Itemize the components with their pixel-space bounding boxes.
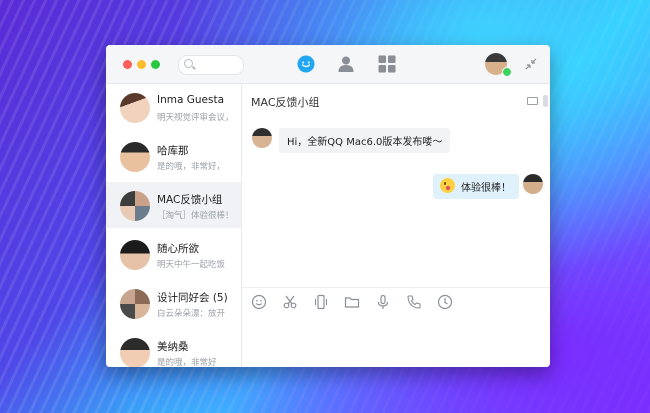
conversation-preview: 白云朵朵漂：放开 [157,309,226,319]
conversation-name: 设计同好会 (5) [157,292,228,304]
search-icon [184,59,193,68]
contact-icon[interactable] [336,54,356,74]
emoji-icon[interactable] [251,294,267,310]
conversation-item[interactable]: 随心所欲 明天中午一起吃饭 [106,231,241,277]
microphone-icon[interactable] [375,294,391,310]
avatar [120,338,150,367]
close-window-button[interactable] [123,60,132,69]
naughty-emoji-icon [440,178,455,193]
chat-bubble-icon[interactable] [296,54,316,74]
outgoing-message-bubble: 体验很棒！ [433,174,519,199]
title-bar [106,45,550,84]
avatar [120,240,150,270]
history-icon[interactable] [437,294,453,310]
scissors-icon[interactable] [282,294,298,310]
call-icon[interactable] [406,294,422,310]
group-avatar [120,289,150,319]
phone-shake-icon[interactable] [313,294,329,310]
conversation-preview: ［淘气］体验很棒！ [157,211,234,221]
self-avatar[interactable] [523,174,543,194]
incoming-message-bubble: Hi，全新QQ Mac6.0版本发布喽～ [279,128,451,153]
conversation-item-active[interactable]: MAC反馈小组 ［淘气］体验很棒！ [106,182,241,228]
minimize-window-button[interactable] [137,60,146,69]
conversation-item[interactable]: 哈库那 是的哦，非常好， [106,133,241,179]
avatar [120,142,150,172]
conversation-preview: 是的哦，非常好， [157,162,226,172]
chat-panel: MAC反馈小组 Hi，全新QQ Mac6.0版本发布喽～ 体验很棒！ [242,84,550,367]
conversation-item[interactable]: Inma Guesta 明天视觉评审会议， [106,84,241,130]
conversation-name: MAC反馈小组 [157,194,223,206]
outgoing-message-text: 体验很棒！ [461,183,511,194]
zoom-window-button[interactable] [151,60,160,69]
folder-icon[interactable] [344,294,360,310]
conversation-item[interactable]: 美纳桑 是的哦，非常好 [106,329,241,367]
incoming-message-text: Hi，全新QQ Mac6.0版本发布喽～ [287,137,443,148]
grid-icon[interactable] [377,54,397,74]
qq-window: Inma Guesta 明天视觉评审会议， 哈库那 是的哦，非常好， MAC反馈… [106,45,550,367]
conversation-name: 美纳桑 [157,341,189,353]
scrollbar[interactable] [543,95,548,107]
conversation-list: Inma Guesta 明天视觉评审会议， 哈库那 是的哦，非常好， MAC反馈… [106,84,242,367]
chat-title: MAC反馈小组 [251,96,320,109]
conversation-preview: 明天中午一起吃饭 [157,260,226,270]
sender-avatar[interactable] [252,128,272,148]
online-status-indicator [502,67,512,77]
search-input[interactable] [178,55,244,75]
conversation-name: 随心所欲 [157,243,199,255]
group-avatar [120,191,150,221]
conversation-preview: 明天视觉评审会议， [157,113,234,123]
collapse-window-icon[interactable] [524,57,538,71]
toolbar-divider [242,287,550,288]
conversation-name: 哈库那 [157,145,189,157]
avatar [120,93,150,123]
conversation-preview: 是的哦，非常好 [157,358,217,367]
conversation-item[interactable]: 设计同好会 (5) 白云朵朵漂：放开 [106,280,241,326]
conversation-name: Inma Guesta [157,94,225,106]
folder-icon[interactable] [527,97,538,105]
